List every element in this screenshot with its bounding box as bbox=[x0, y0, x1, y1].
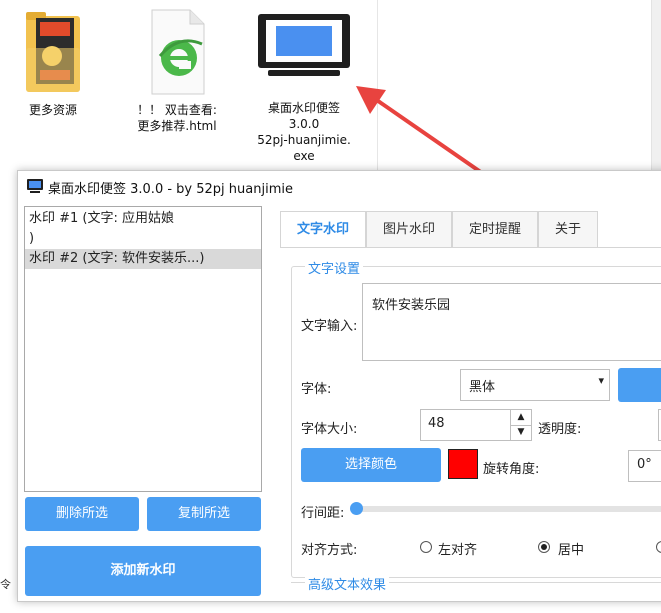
font-label: 字体: bbox=[301, 382, 332, 397]
text-input-area[interactable]: 软件安装乐园 bbox=[362, 283, 661, 361]
font-select-value: 黑体 bbox=[469, 380, 496, 395]
rotation-field[interactable]: 0° bbox=[628, 450, 661, 482]
align-left-label[interactable]: 左对齐 bbox=[438, 539, 477, 558]
advanced-group-title: 高级文本效果 bbox=[305, 574, 390, 593]
window-title: 桌面水印便签 3.0.0 - by 52pj huanjimie bbox=[48, 182, 293, 197]
desktop-icon-label-line2: 更多推荐.html bbox=[137, 119, 217, 133]
rotation-value: 0° bbox=[637, 457, 652, 472]
align-label: 对齐方式: bbox=[301, 543, 358, 558]
tab-timer-reminder[interactable]: 定时提醒 bbox=[452, 211, 538, 248]
app-window: 桌面水印便签 3.0.0 - by 52pj huanjimie 水印 #1 (… bbox=[17, 170, 661, 602]
list-item[interactable]: 水印 #1 (文字: 应用姑娘 ) bbox=[25, 209, 261, 249]
tab-text-watermark[interactable]: 文字水印 bbox=[280, 211, 366, 248]
line-spacing-label: 行间距: bbox=[301, 506, 345, 521]
monitor-icon bbox=[258, 14, 350, 76]
copy-selected-button[interactable]: 复制所选 bbox=[147, 497, 261, 531]
spin-down-icon[interactable]: ▼ bbox=[510, 425, 531, 440]
list-item-line1: 水印 #2 (文字: 软件安装乐...) bbox=[29, 251, 205, 266]
text-input-label: 文字输入: bbox=[301, 319, 358, 334]
desktop-icon-more-resources[interactable]: 更多资源 bbox=[17, 8, 89, 118]
group-title: 文字设置 bbox=[305, 258, 364, 277]
choose-color-button[interactable]: 选择颜色 bbox=[301, 448, 441, 482]
align-right-radio[interactable] bbox=[656, 541, 661, 553]
folder-icon bbox=[26, 12, 80, 92]
watermark-list[interactable]: 水印 #1 (文字: 应用姑娘 ) 水印 #2 (文字: 软件安装乐...) bbox=[24, 206, 262, 492]
align-center-radio[interactable] bbox=[538, 541, 550, 553]
font-size-spinbox[interactable]: 48 ▲ ▼ bbox=[420, 409, 532, 441]
align-left-radio[interactable] bbox=[420, 541, 432, 553]
chevron-down-icon: ▾ bbox=[598, 374, 604, 387]
font-select[interactable]: 黑体 ▾ bbox=[460, 369, 610, 401]
rotation-label: 旋转角度: bbox=[483, 462, 540, 477]
tab-image-watermark[interactable]: 图片水印 bbox=[366, 211, 452, 248]
font-size-label: 字体大小: bbox=[301, 422, 358, 437]
list-item-line2: ) bbox=[29, 231, 35, 246]
ie-document-icon bbox=[151, 9, 205, 95]
tab-about[interactable]: 关于 bbox=[538, 211, 598, 248]
list-item-selected[interactable]: 水印 #2 (文字: 软件安装乐...) bbox=[25, 249, 261, 269]
title-bar[interactable]: 桌面水印便签 3.0.0 - by 52pj huanjimie bbox=[18, 171, 661, 201]
font-action-button[interactable] bbox=[618, 368, 661, 402]
tab-divider bbox=[280, 247, 661, 248]
background-text-fragment: 令 bbox=[0, 578, 11, 589]
text-input-value: 软件安装乐园 bbox=[372, 298, 451, 313]
line-spacing-slider-track[interactable] bbox=[353, 506, 661, 512]
desktop-icon-label: 更多资源 bbox=[28, 103, 77, 117]
desktop-icon-html-link[interactable]: ！！ 双击查看: 更多推荐.html bbox=[132, 8, 222, 134]
opacity-label: 透明度: bbox=[538, 422, 582, 437]
spin-up-icon[interactable]: ▲ bbox=[510, 410, 531, 426]
delete-selected-button[interactable]: 删除所选 bbox=[25, 497, 139, 531]
color-swatch[interactable] bbox=[448, 449, 478, 479]
scrollbar[interactable] bbox=[651, 0, 661, 175]
app-monitor-icon bbox=[27, 179, 43, 193]
line-spacing-slider-handle[interactable] bbox=[350, 502, 363, 515]
font-size-value: 48 bbox=[428, 416, 445, 431]
align-center-label[interactable]: 居中 bbox=[558, 539, 584, 558]
desktop-icon-label-line1: ！！ 双击查看: bbox=[137, 103, 217, 117]
list-item-line1: 水印 #1 (文字: 应用姑娘 bbox=[29, 211, 175, 226]
